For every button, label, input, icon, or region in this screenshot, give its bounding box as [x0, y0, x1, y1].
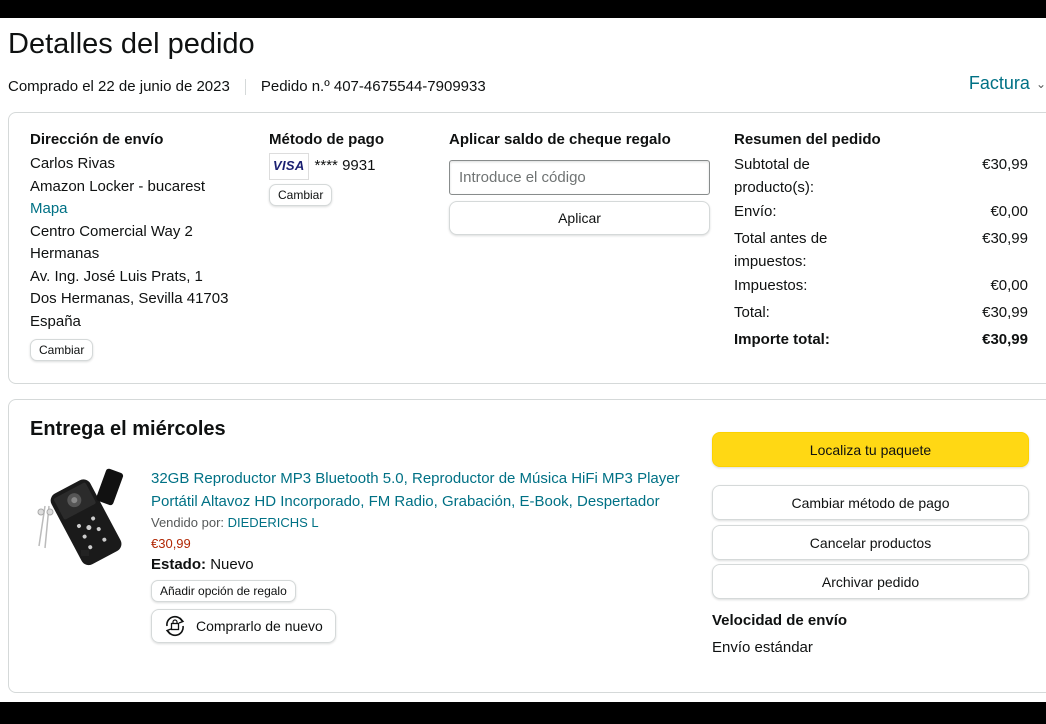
visa-logo-icon: VISA: [269, 153, 309, 180]
gift-heading: Aplicar saldo de cheque regalo: [449, 131, 671, 148]
grand-total-label: Importe total:: [734, 331, 830, 348]
summary-row: Total antes de impuestos: €30,99: [734, 227, 1028, 273]
summary-row-label: Total antes de impuestos:: [734, 230, 828, 270]
map-link[interactable]: Mapa: [30, 198, 228, 221]
summary-row-label: Subtotal de producto(s):: [734, 156, 815, 196]
order-meta: Comprado el 22 de junio de 2023 Pedido n…: [8, 78, 486, 95]
order-details-page: Detalles del pedido Comprado el 22 de ju…: [0, 18, 1046, 702]
summary-row-value: €30,99: [982, 156, 1028, 173]
payment-method-section: Método de pago VISA **** 9931 Cambiar: [269, 131, 384, 206]
recipient-name: Carlos Rivas: [30, 155, 116, 172]
product-price: €30,99: [151, 536, 191, 551]
add-gift-option-button[interactable]: Añadir opción de regalo: [151, 580, 296, 602]
invoice-label: Factura: [968, 73, 1030, 93]
address-line-1: Centro Comercial Way 2: [30, 222, 193, 240]
address-country: España: [30, 312, 81, 330]
change-payment-button[interactable]: Cambiar: [269, 183, 333, 206]
order-summary-section: Resumen del pedido Subtotal de producto(…: [734, 131, 1028, 351]
summary-heading: Resumen del pedido: [734, 131, 881, 148]
summary-row: Impuestos: €0,00: [734, 274, 1028, 297]
summary-row: Subtotal de producto(s): €30,99: [734, 153, 1028, 199]
purchase-date: Comprado el 22 de junio de 2023: [8, 78, 230, 95]
condition-value: Nuevo: [210, 556, 254, 573]
condition-label: Estado:: [151, 556, 207, 573]
chevron-down-icon: ⌄: [1035, 76, 1046, 91]
summary-row: Envío: €0,00: [734, 200, 1028, 223]
summary-row-value: €30,99: [982, 304, 1028, 321]
track-package-button[interactable]: Localiza tu paquete: [712, 432, 1029, 467]
seller-label: Vendido por:: [151, 515, 225, 530]
buy-again-label: Comprarlo de nuevo: [196, 618, 323, 634]
change-payment-method-button[interactable]: Cambiar método de pago: [712, 485, 1029, 520]
summary-row: Total: €30,99: [734, 301, 1028, 324]
meta-divider: [244, 78, 246, 95]
cancel-items-button[interactable]: Cancelar productos: [712, 525, 1029, 560]
gift-code-input[interactable]: Introduce el código: [449, 160, 710, 195]
condition-line: Estado: Nuevo: [151, 556, 681, 573]
summary-grand-total: Importe total: €30,99: [734, 328, 1028, 351]
delivery-card: Entrega el miércoles 32GB Reproductor MP…: [8, 399, 1046, 693]
invoice-dropdown[interactable]: Factura ⌄: [969, 73, 1046, 94]
summary-row-label: Total:: [734, 304, 770, 321]
seller-link[interactable]: DIEDERICHS L: [228, 515, 319, 530]
product-image[interactable]: [35, 466, 131, 576]
payment-heading: Método de pago: [269, 131, 384, 148]
seller-line: Vendido por: DIEDERICHS L: [151, 515, 681, 530]
shipping-speed-value: Envío estándar: [712, 639, 813, 656]
product-title-link[interactable]: 32GB Reproductor MP3 Bluetooth 5.0, Repr…: [151, 468, 681, 513]
shipping-speed-heading: Velocidad de envío: [712, 612, 848, 629]
page-title: Detalles del pedido: [8, 28, 255, 60]
summary-row-label: Envío:: [734, 203, 777, 220]
delivery-heading: Entrega el miércoles: [30, 418, 226, 440]
summary-row-label: Impuestos:: [734, 277, 808, 294]
shipping-address-section: Dirección de envío Carlos Rivas Amazon L…: [30, 131, 228, 361]
address-line-3: Av. Ing. José Luis Prats, 1: [30, 267, 203, 285]
product-details: 32GB Reproductor MP3 Bluetooth 5.0, Repr…: [151, 468, 681, 643]
change-address-button[interactable]: Cambiar: [30, 339, 94, 361]
payment-card: VISA **** 9931: [269, 153, 384, 180]
locker-name: Amazon Locker - bucarest: [30, 177, 206, 195]
summary-row-value: €30,99: [982, 230, 1028, 247]
order-info-card: Dirección de envío Carlos Rivas Amazon L…: [8, 112, 1046, 384]
buy-again-button[interactable]: Comprarlo de nuevo: [151, 609, 336, 643]
apply-gift-button[interactable]: Aplicar: [449, 201, 710, 235]
archive-order-button[interactable]: Archivar pedido: [712, 564, 1029, 599]
mp3-player-image: [37, 468, 124, 566]
gift-card-section: Aplicar saldo de cheque regalo Introduce…: [449, 131, 711, 251]
shipping-heading: Dirección de envío: [30, 131, 164, 148]
buy-again-icon: [165, 615, 185, 637]
summary-rows: Subtotal de producto(s): €30,99 Envío: €…: [734, 153, 1028, 351]
grand-total-value: €30,99: [982, 331, 1028, 348]
summary-row-value: €0,00: [990, 203, 1028, 220]
card-digits: **** 9931: [314, 157, 376, 174]
address-line-2: Hermanas: [30, 245, 100, 262]
address-line-4: Dos Hermanas, Sevilla 41703: [30, 290, 229, 307]
summary-row-value: €0,00: [990, 277, 1028, 294]
order-number: Pedido n.º 407-4675544-7909933: [260, 78, 486, 95]
